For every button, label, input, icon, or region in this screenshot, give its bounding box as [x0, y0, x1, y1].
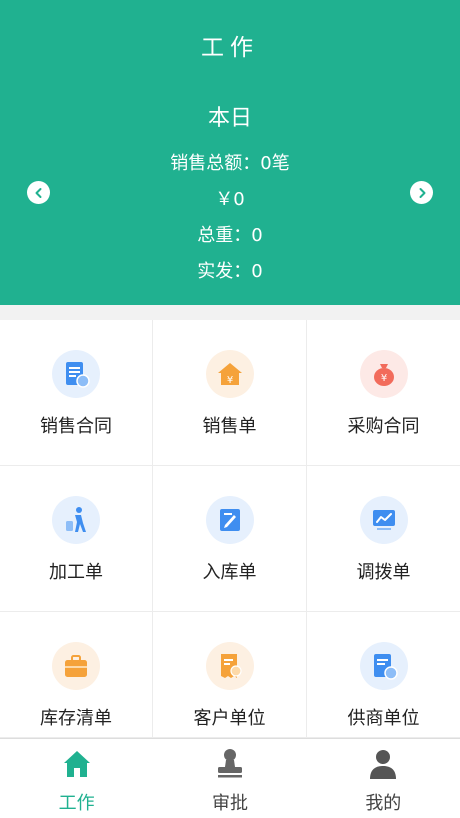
supplier-document-icon	[359, 642, 408, 690]
grid-item-label: 加工单	[49, 562, 103, 583]
sales-amount: ￥0	[215, 189, 245, 210]
edit-note-icon	[205, 496, 254, 544]
grid-item-label: 客户单位	[193, 708, 266, 729]
tab-work[interactable]: 工作	[0, 739, 153, 818]
summary-panel: 本日 销售总额：0笔 ￥0 总重：0 实发：0	[0, 100, 460, 290]
toolbox-icon	[52, 642, 100, 690]
grid-item-purchase-contract[interactable]: ¥ 采购合同	[307, 320, 460, 466]
previous-period-button[interactable]	[27, 181, 50, 204]
shipped-amount: 实发：0	[197, 261, 263, 282]
chevron-right-icon	[419, 187, 425, 198]
bottom-tabbar: 工作 审批 我的	[0, 738, 460, 818]
home-icon	[63, 751, 90, 777]
tab-approval[interactable]: 审批	[153, 739, 306, 818]
grid-item-customer-unit[interactable]: 客户单位	[153, 612, 307, 738]
grid-item-supplier-unit[interactable]: 供商单位	[307, 612, 460, 738]
grid-item-sales-order[interactable]: ¥ 销售单	[153, 320, 307, 466]
tab-label: 我的	[365, 793, 402, 814]
tab-mine[interactable]: 我的	[307, 739, 460, 818]
period-label: 本日	[207, 106, 252, 131]
chevron-left-icon	[35, 187, 41, 198]
sales-total: 销售总额：0笔	[170, 153, 290, 174]
grid-item-inbound-order[interactable]: 入库单	[153, 466, 307, 612]
grid-item-transfer-order[interactable]: 调拨单	[307, 466, 460, 612]
grid-item-label: 入库单	[202, 562, 257, 583]
stamp-icon	[217, 749, 242, 778]
grid-item-label: 调拨单	[356, 562, 411, 583]
grid-item-label: 库存清单	[40, 708, 112, 729]
house-yen-icon: ¥	[205, 350, 254, 398]
grid-item-sales-contract[interactable]: 销售合同	[0, 320, 153, 466]
grid-item-inventory-list[interactable]: 库存清单	[0, 612, 153, 738]
total-weight: 总重：0	[197, 225, 263, 246]
grid-item-label: 销售单	[202, 416, 257, 437]
receipt-person-icon	[205, 642, 254, 690]
tab-label: 审批	[211, 793, 248, 814]
tab-label: 工作	[58, 793, 95, 814]
document-list-icon	[52, 350, 100, 398]
walking-person-icon	[52, 496, 100, 544]
header: 工作 本日 销售总额：0笔 ￥0 总重：0 实发：0	[0, 0, 460, 305]
svg-text:¥: ¥	[226, 375, 232, 386]
svg-text:¥: ¥	[380, 373, 386, 384]
grid-item-label: 供商单位	[347, 708, 420, 729]
function-grid: 销售合同 ¥ 销售单 ¥ 采购合同 加工单 入库单 调拨单 库存清单 客户单位 …	[0, 320, 460, 738]
grid-item-label: 销售合同	[40, 416, 112, 437]
chart-board-icon	[359, 496, 408, 544]
next-period-button[interactable]	[410, 181, 433, 204]
user-icon	[370, 750, 397, 779]
grid-item-label: 采购合同	[347, 416, 420, 437]
money-bag-icon: ¥	[359, 350, 408, 398]
grid-item-processing-order[interactable]: 加工单	[0, 466, 153, 612]
page-title: 工作	[201, 35, 259, 61]
